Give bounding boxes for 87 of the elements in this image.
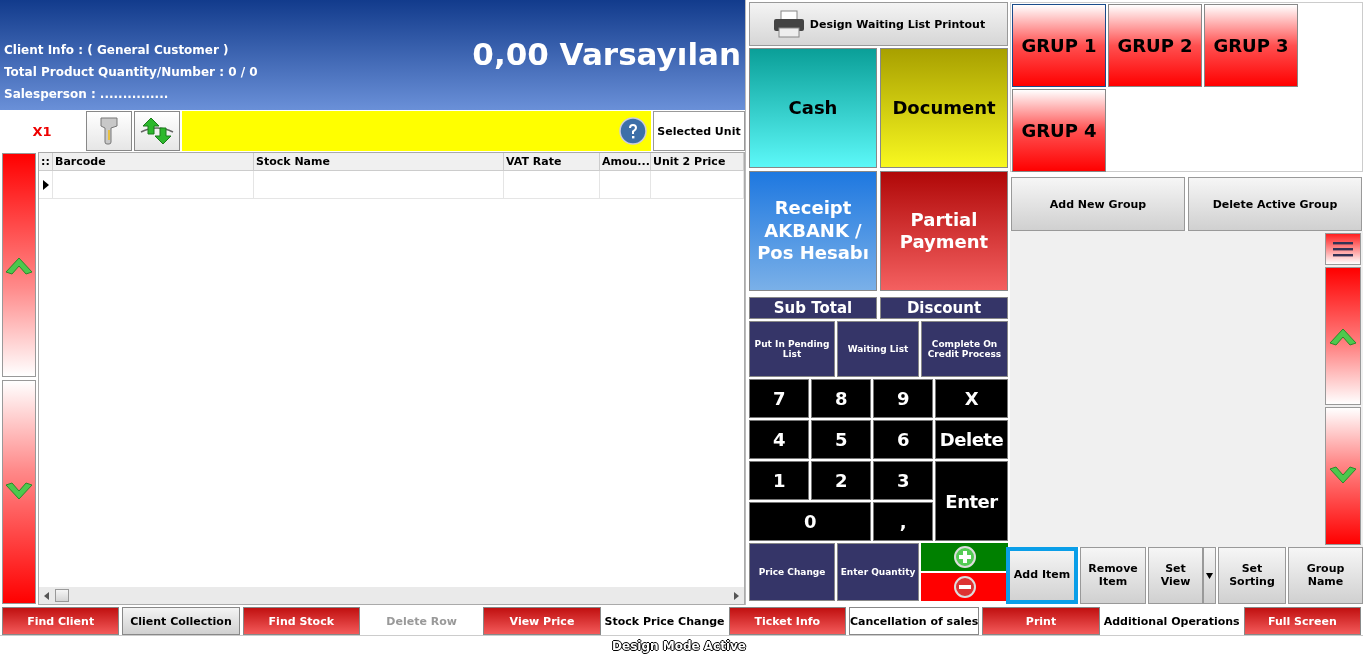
action-button[interactable]: Find Client: [2, 607, 120, 635]
keypad-key[interactable]: 5: [811, 420, 871, 459]
column-header[interactable]: Barcode: [53, 153, 254, 171]
design-printout-button[interactable]: Design Waiting List Printout: [749, 2, 1008, 46]
help-icon[interactable]: [619, 117, 647, 145]
horizontal-scrollbar[interactable]: [39, 587, 744, 604]
client-info: Client Info : ( General Customer ): [4, 43, 230, 57]
keypad-key[interactable]: 3: [873, 461, 933, 500]
action-button[interactable]: Find Stock: [242, 607, 360, 635]
action-button[interactable]: Full Screen: [1243, 607, 1361, 635]
keypad-key[interactable]: 1: [749, 461, 809, 500]
keypad-key[interactable]: 6: [873, 420, 933, 459]
payment-button[interactable]: Cash: [749, 48, 877, 168]
column-header[interactable]: ::: [39, 153, 53, 171]
action-button[interactable]: Print: [982, 607, 1100, 635]
scroll-up-button[interactable]: [1325, 267, 1361, 405]
column-header[interactable]: Unit 2 Price: [651, 153, 744, 171]
table-cell[interactable]: [53, 171, 254, 199]
keypad-key[interactable]: Delete: [935, 420, 1008, 459]
action-button[interactable]: Cancellation of sales: [848, 607, 980, 635]
caret-icon: [1206, 572, 1213, 579]
scroll-right-icon[interactable]: [732, 591, 740, 600]
item-action-button[interactable]: Set Sorting: [1218, 547, 1286, 604]
action-button[interactable]: Ticket Info: [728, 607, 846, 635]
action-button[interactable]: Client Collection: [122, 607, 240, 635]
minus-icon: [953, 576, 976, 598]
scroll-up-button[interactable]: [2, 153, 36, 377]
item-action-button[interactable]: Add Item: [1006, 547, 1078, 604]
quantity-button[interactable]: Enter Quantity: [837, 543, 919, 601]
scrollbar-thumb[interactable]: [55, 589, 69, 602]
keypad-key[interactable]: 0: [749, 502, 871, 541]
barcode-scanner-icon: [98, 116, 120, 146]
scroll-down-button[interactable]: [2, 380, 36, 604]
action-button[interactable]: View Price: [483, 607, 601, 635]
keypad-key[interactable]: 7: [749, 379, 809, 418]
group-tile[interactable]: GRUP 2: [1108, 4, 1202, 87]
menu-icon: [1333, 241, 1353, 257]
increase-button[interactable]: [921, 543, 1008, 571]
keypad-key[interactable]: 9: [873, 379, 933, 418]
dropdown-button[interactable]: [1203, 547, 1216, 604]
table-cell[interactable]: [254, 171, 504, 199]
quantity-button[interactable]: Price Change: [749, 543, 835, 601]
total-button[interactable]: Sub Total: [749, 297, 877, 319]
table-cell[interactable]: [651, 171, 744, 199]
plus-icon: [953, 546, 976, 568]
payment-button[interactable]: Partial Payment: [880, 171, 1008, 291]
payment-button[interactable]: Receipt AKBANK / Pos Hesabı: [749, 171, 877, 291]
current-row-icon: [42, 179, 49, 190]
total-button[interactable]: Discount: [880, 297, 1008, 319]
item-action-button[interactable]: Group Name: [1288, 547, 1363, 604]
keypad-key[interactable]: ,: [873, 502, 933, 541]
group-tile[interactable]: GRUP 3: [1204, 4, 1298, 87]
process-button[interactable]: Put In Pending List: [749, 321, 835, 377]
keypad-key[interactable]: Enter: [935, 461, 1008, 541]
payment-button[interactable]: Document: [880, 48, 1008, 168]
view-dropdown[interactable]: Set View: [1148, 547, 1203, 604]
group-tile[interactable]: GRUP 1: [1012, 4, 1106, 87]
keypad-key[interactable]: 2: [811, 461, 871, 500]
total-amount: 0,00 Varsayılan: [472, 36, 741, 72]
group-action-button[interactable]: Add New Group: [1011, 177, 1185, 231]
column-header[interactable]: Stock Name: [254, 153, 504, 171]
keypad-key[interactable]: 4: [749, 420, 809, 459]
process-button[interactable]: Waiting List: [837, 321, 919, 377]
salesperson: Salesperson : ...............: [4, 87, 170, 101]
table-cell[interactable]: [600, 171, 651, 199]
scroll-down-button[interactable]: [1325, 407, 1361, 545]
column-header[interactable]: VAT Rate: [504, 153, 600, 171]
process-button[interactable]: Complete On Credit Process: [921, 321, 1008, 377]
scroll-left-icon[interactable]: [43, 591, 51, 600]
decrease-button[interactable]: [921, 573, 1008, 601]
printer-icon: [771, 9, 806, 39]
design-mode-status: Design Mode Active: [611, 638, 746, 656]
barcode-input-field[interactable]: [182, 111, 651, 151]
selected-unit-button[interactable]: Selected Unit: [653, 111, 745, 151]
group-action-button[interactable]: Delete Active Group: [1188, 177, 1362, 231]
table-cell[interactable]: [504, 171, 600, 199]
multiplier-label: X1: [31, 122, 53, 141]
menu-button[interactable]: [1325, 233, 1361, 265]
group-tile[interactable]: GRUP 4: [1012, 89, 1106, 172]
keypad-key[interactable]: X: [935, 379, 1008, 418]
product-quantity: Total Product Quantity/Number : 0 / 0: [4, 65, 258, 79]
swap-arrows-icon: [139, 116, 175, 146]
item-action-button[interactable]: Remove Item: [1080, 547, 1146, 604]
keypad-key[interactable]: 8: [811, 379, 871, 418]
column-header[interactable]: Amou...: [600, 153, 651, 171]
scanner-button[interactable]: [86, 111, 132, 151]
swap-button[interactable]: [134, 111, 180, 151]
